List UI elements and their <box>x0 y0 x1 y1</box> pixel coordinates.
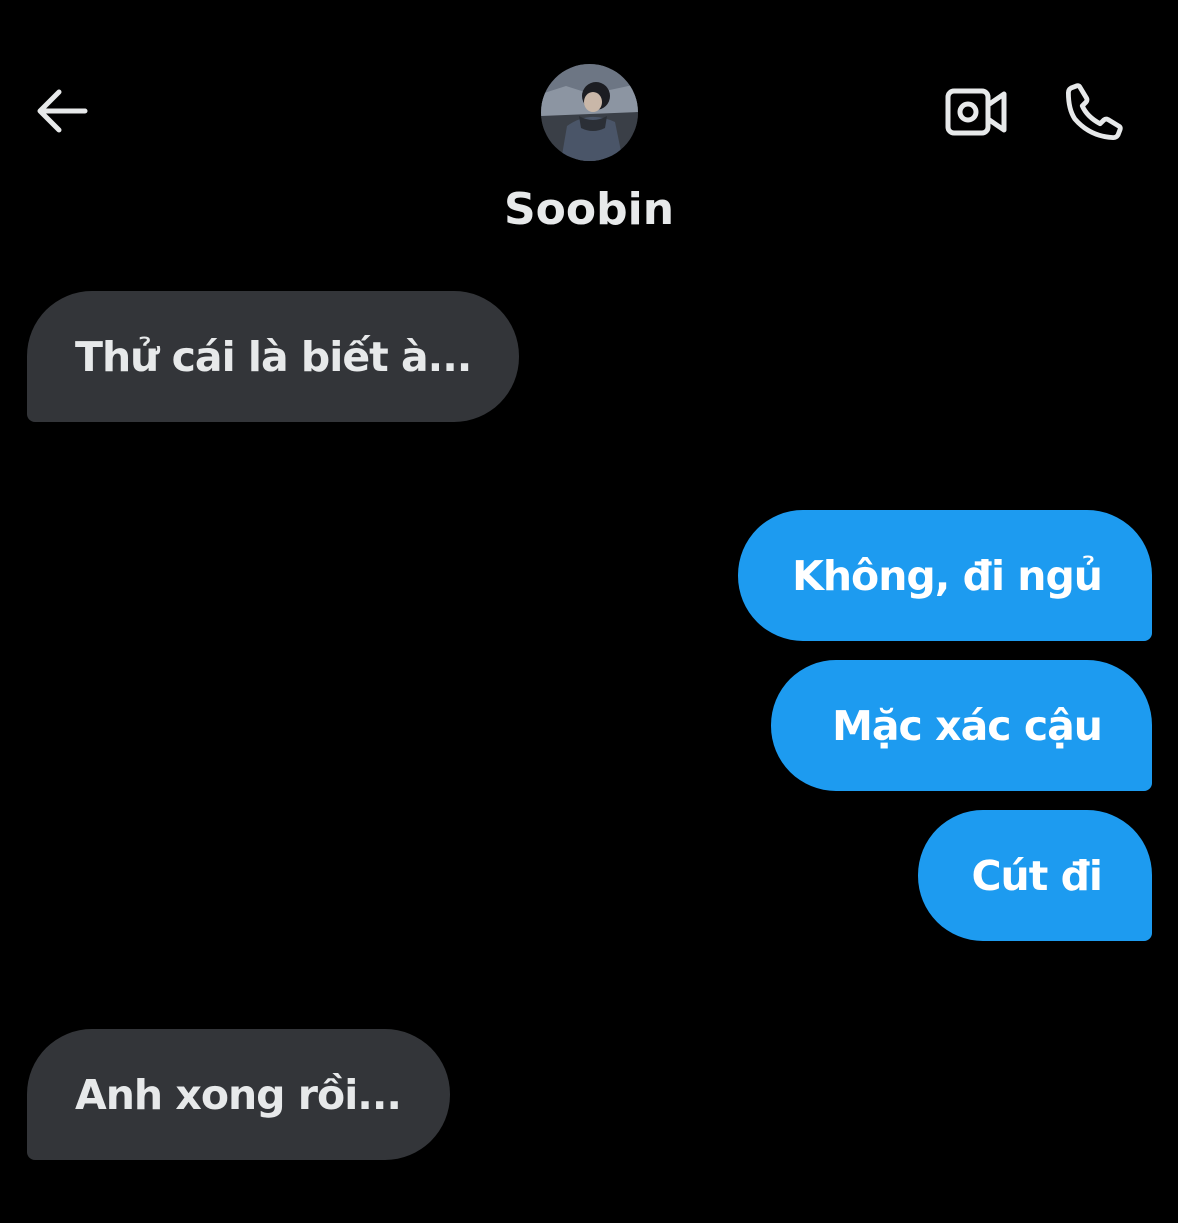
phone-call-button[interactable] <box>1056 76 1132 148</box>
back-arrow-icon <box>37 89 88 133</box>
video-call-button[interactable] <box>938 80 1014 144</box>
phone-call-icon <box>1066 83 1123 140</box>
message-text: Cút đi <box>971 851 1103 900</box>
message-text: Mặc xác cậu <box>832 701 1103 750</box>
avatar[interactable] <box>541 64 638 161</box>
message-text: Không, đi ngủ <box>792 551 1103 600</box>
message-bubble-received[interactable]: Anh xong rồi... <box>27 1029 450 1160</box>
back-button[interactable] <box>30 82 92 140</box>
avatar-image <box>541 64 638 161</box>
chat-header: Soobin <box>0 0 1178 260</box>
message-bubble-sent[interactable]: Cút đi <box>918 810 1152 941</box>
message-text: Thử cái là biết à... <box>75 332 472 381</box>
message-text: Anh xong rồi... <box>75 1070 402 1119</box>
message-bubble-received[interactable]: Thử cái là biết à... <box>27 291 519 422</box>
video-call-icon <box>945 88 1007 136</box>
contact-name[interactable]: Soobin <box>389 180 789 240</box>
message-bubble-sent[interactable]: Mặc xác cậu <box>771 660 1152 791</box>
message-bubble-sent[interactable]: Không, đi ngủ <box>738 510 1152 641</box>
